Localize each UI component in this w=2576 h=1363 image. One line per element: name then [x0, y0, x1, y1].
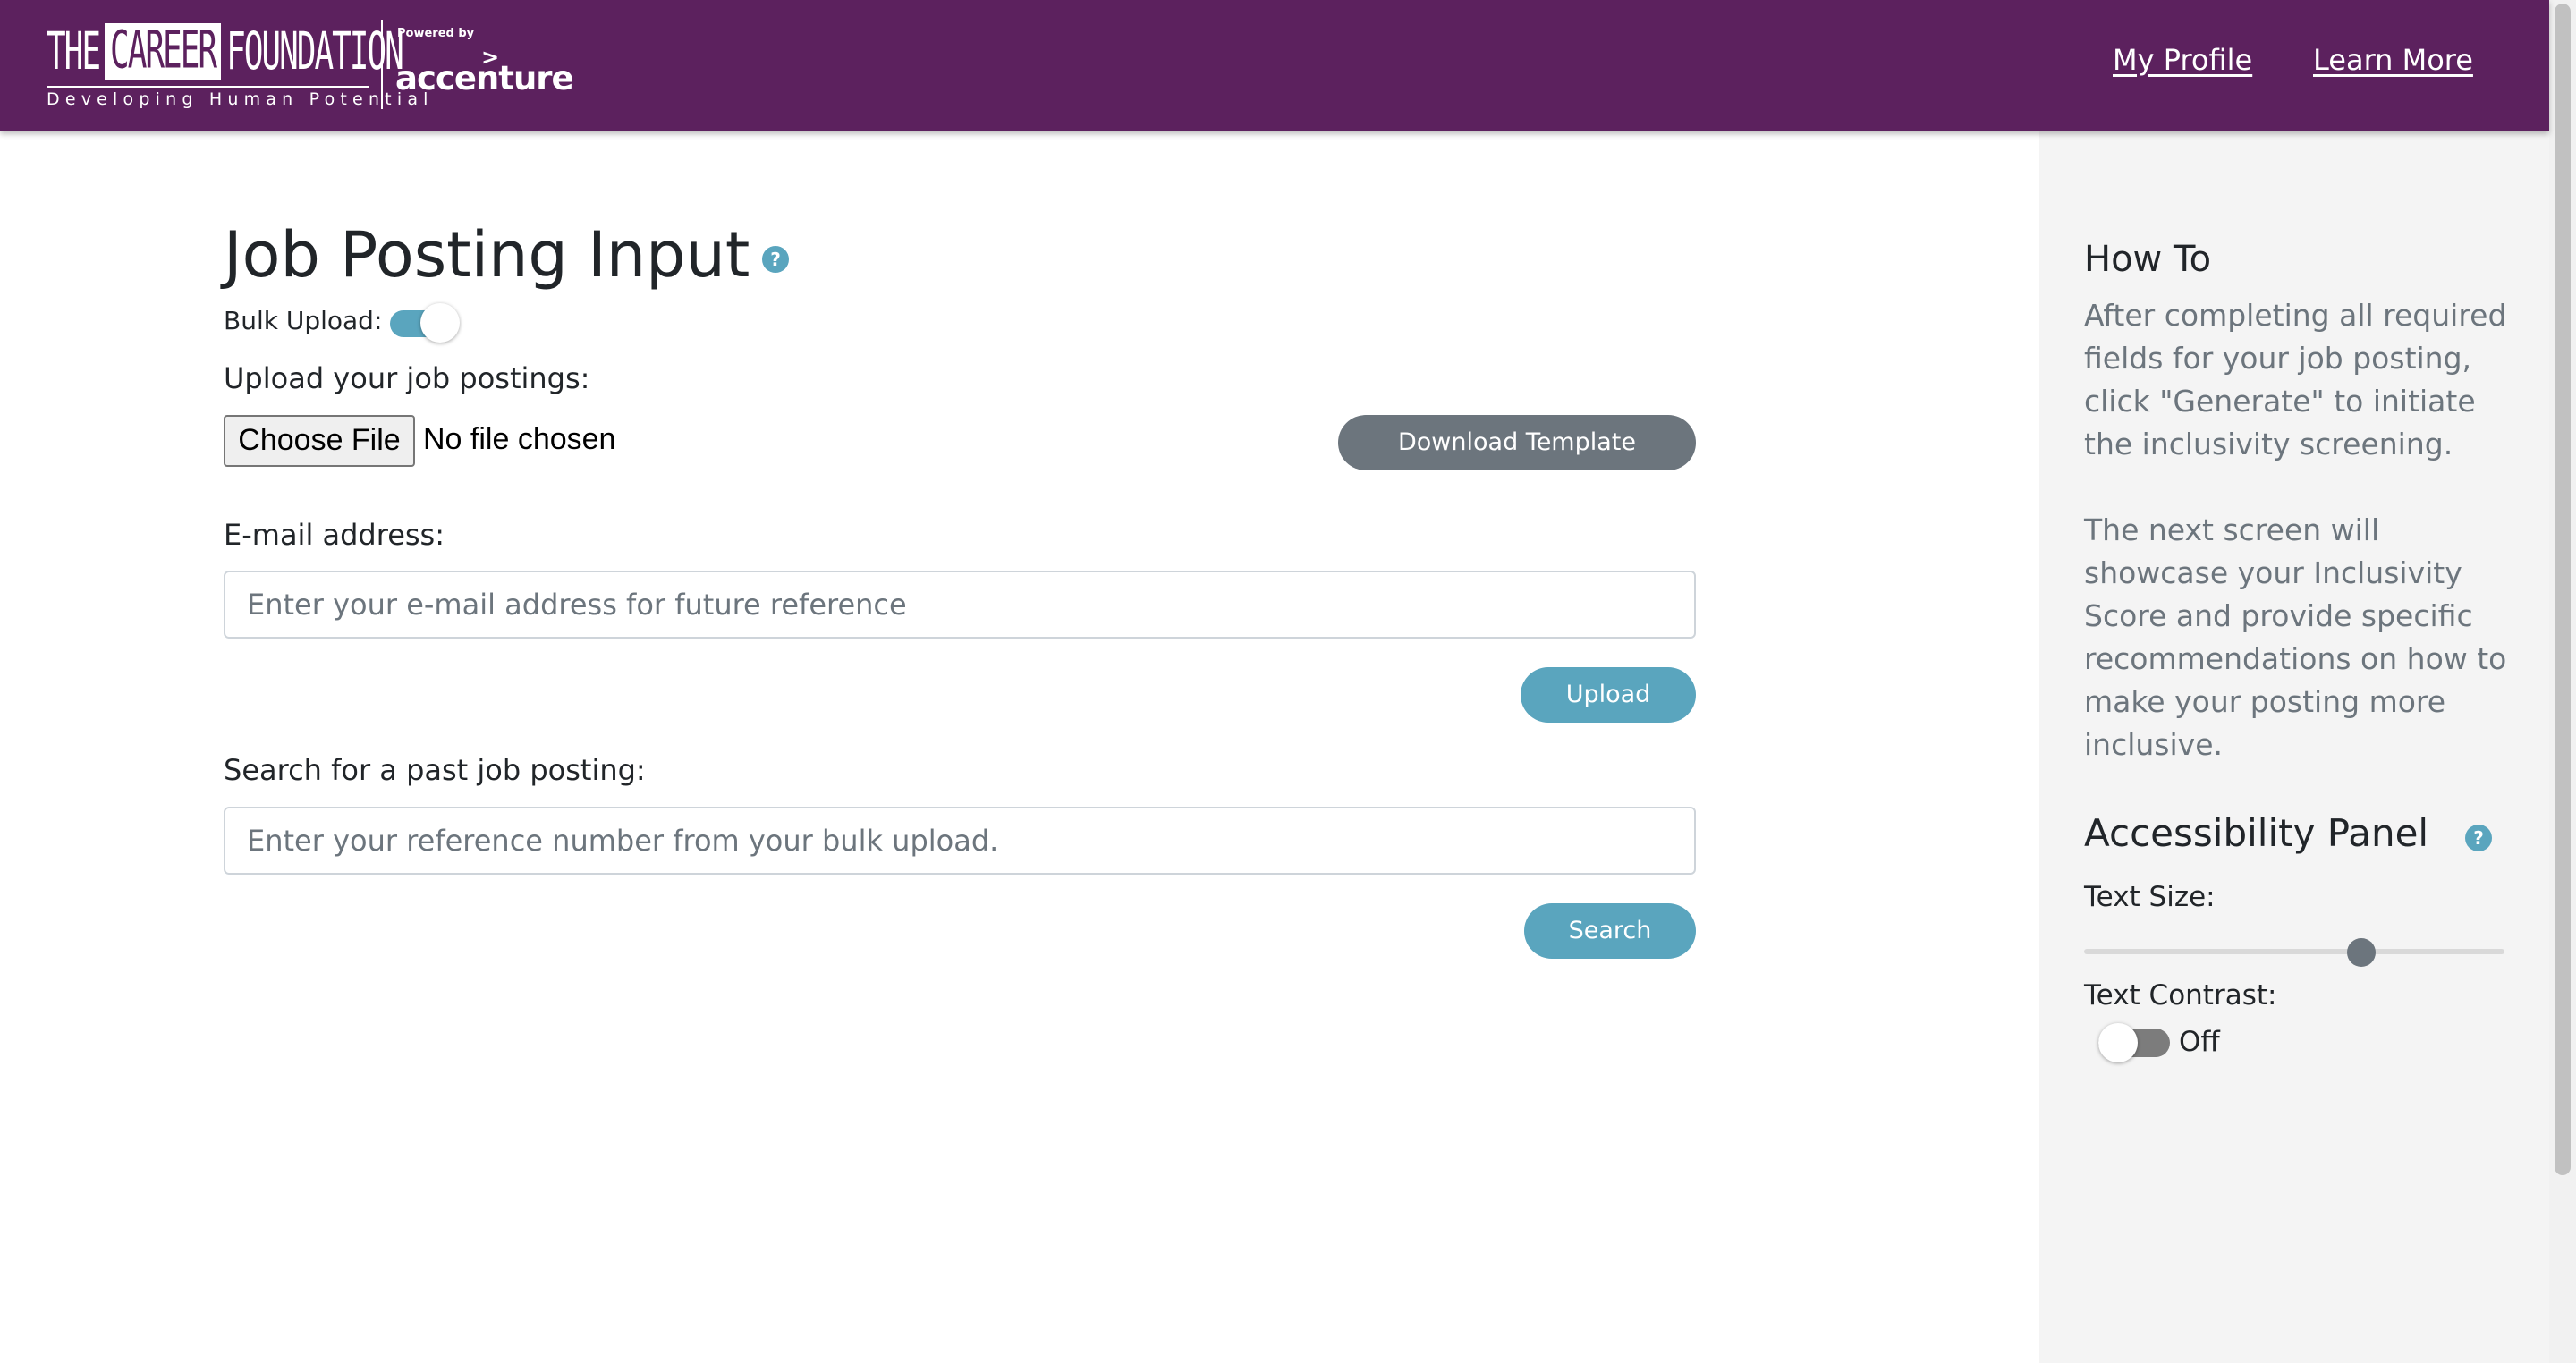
- page-scrollbar-thumb[interactable]: [2555, 4, 2571, 1175]
- download-template-button[interactable]: Download Template: [1338, 415, 1696, 470]
- email-label: E-mail address:: [224, 518, 445, 552]
- question-circle-icon[interactable]: ?: [762, 246, 789, 273]
- choose-file-button[interactable]: Choose File: [224, 415, 415, 467]
- powered-by-text: Powered by: [397, 27, 475, 40]
- search-button[interactable]: Search: [1524, 903, 1696, 959]
- nav-learn-more-link[interactable]: Learn More: [2313, 43, 2473, 77]
- nav-my-profile-link[interactable]: My Profile: [2113, 43, 2252, 77]
- logo-divider: [381, 20, 383, 109]
- page-title: Job Posting Input: [224, 218, 750, 292]
- logo-rule: [47, 86, 369, 88]
- text-contrast-toggle-knob[interactable]: [2098, 1023, 2138, 1062]
- bulk-upload-label: Bulk Upload:: [224, 306, 383, 335]
- how-to-heading: How To: [2084, 239, 2212, 280]
- logo-career: CAREER: [105, 22, 222, 80]
- text-size-slider-thumb[interactable]: [2347, 938, 2376, 967]
- upload-postings-label: Upload your job postings:: [224, 361, 590, 395]
- reference-number-input[interactable]: Enter your reference number from your bu…: [224, 807, 1696, 875]
- upload-button[interactable]: Upload: [1521, 667, 1696, 723]
- help-sidebar: How To After completing all required fie…: [2039, 131, 2549, 1363]
- how-to-paragraph-2: The next screen will showcase your Inclu…: [2084, 512, 2507, 762]
- site-header: THE CAREER FOUNDATION Developing Human P…: [0, 0, 2549, 131]
- search-past-posting-label: Search for a past job posting:: [224, 753, 646, 787]
- text-contrast-label: Text Contrast:: [2084, 979, 2277, 1012]
- accenture-logo: accenture: [395, 59, 574, 97]
- question-circle-icon[interactable]: ?: [2465, 825, 2492, 851]
- bulk-upload-toggle-knob[interactable]: [420, 303, 460, 343]
- logo-the: THE: [47, 22, 101, 81]
- text-size-label: Text Size:: [2084, 881, 2216, 913]
- how-to-paragraph-1: After completing all required fields for…: [2084, 298, 2507, 461]
- text-contrast-state: Off: [2179, 1026, 2220, 1058]
- logo-wordmark: THE CAREER FOUNDATION: [47, 22, 404, 81]
- logo-foundation: FOUNDATION: [226, 22, 404, 81]
- file-status-text: No file chosen: [423, 422, 616, 456]
- career-foundation-logo[interactable]: THE CAREER FOUNDATION Developing Human P…: [47, 20, 434, 109]
- text-size-slider-track[interactable]: [2084, 949, 2504, 954]
- accessibility-panel-heading: Accessibility Panel: [2084, 811, 2429, 855]
- email-input[interactable]: Enter your e-mail address for future ref…: [224, 571, 1696, 639]
- logo-tagline: Developing Human Potential: [47, 89, 434, 109]
